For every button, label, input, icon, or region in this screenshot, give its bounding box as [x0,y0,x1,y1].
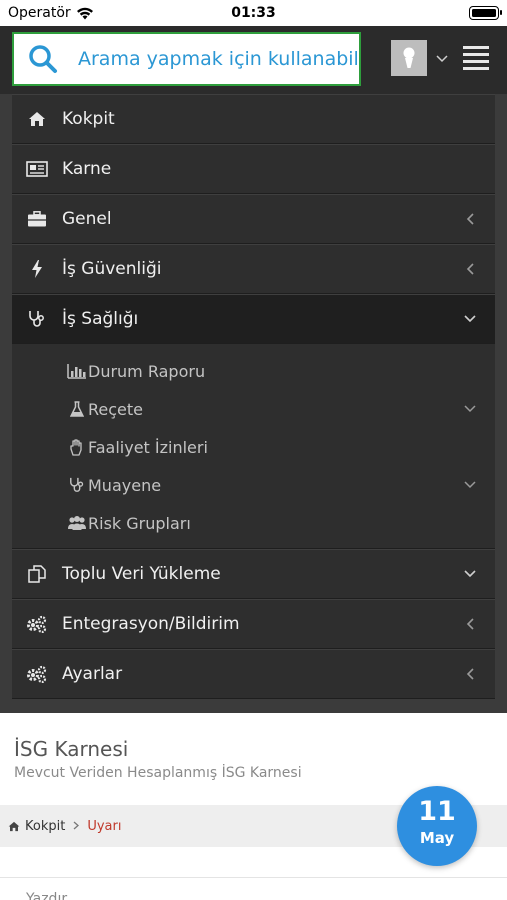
sidebar-item-ayarlar[interactable]: Ayarlar [12,649,495,699]
copy-icon [12,565,62,583]
briefcase-icon [12,211,62,227]
user-silhouette-icon [403,47,415,68]
chevron-down-icon [445,481,495,489]
flask-icon [66,401,88,417]
sidebar-item-label: Entegrasyon/Bildirim [62,614,240,634]
submenu-item-label: Muayene [88,475,162,495]
sidebar-item-kokpit[interactable]: Kokpit [12,94,495,144]
bolt-icon [12,260,62,278]
page-subtitle: Mevcut Veriden Hesaplanmış İSG Karnesi [14,765,302,781]
chevron-down-icon[interactable] [436,48,448,67]
bar-chart-icon [66,363,88,379]
sidebar-item-is-sagligi[interactable]: İş Sağlığı [12,294,495,344]
search-input[interactable] [72,34,359,84]
stethoscope-icon [12,310,62,328]
submenu-item-risk-gruplari[interactable]: Risk Grupları [12,504,495,542]
user-avatar[interactable] [391,40,427,76]
home-icon [12,111,62,127]
sidebar-item-label: Kokpit [62,109,115,129]
chevron-left-icon [445,213,495,225]
chevron-left-icon [445,263,495,275]
chevron-left-icon [445,618,495,630]
hand-icon [66,438,88,456]
date-badge[interactable]: 11 May [397,786,477,866]
sidebar-item-karne[interactable]: Karne [12,144,495,194]
search-icon[interactable] [14,34,72,84]
date-badge-month: May [419,829,455,847]
print-link[interactable]: Yazdır [26,891,67,900]
users-icon [66,515,88,531]
hamburger-menu-icon[interactable] [463,46,489,70]
newspaper-icon [12,161,62,177]
page-content: İSG Karnesi Mevcut Veriden Hesaplanmış İ… [0,713,507,900]
submenu-item-label: Risk Grupları [88,513,191,533]
sidebar-item-label: Karne [62,159,112,179]
breadcrumb-home-link[interactable]: Kokpit [25,819,65,834]
submenu-item-label: Durum Raporu [88,361,206,381]
gears-icon [12,615,62,633]
is-sagligi-submenu: Durum Raporu Reçete Faaliyet İzinleri Mu… [12,344,495,549]
submenu-item-label: Faaliyet İzinleri [88,437,208,457]
submenu-item-muayene[interactable]: Muayene [12,466,495,504]
stethoscope-icon [66,477,88,493]
status-time: 01:33 [231,5,276,21]
gears-icon [12,665,62,683]
chevron-left-icon [445,668,495,680]
sidebar: Kokpit Karne Genel İş Güvenliği İş Sağlı… [0,94,507,713]
sidebar-item-label: İş Sağlığı [62,309,139,329]
search-box [12,32,361,86]
chevron-right-icon [73,819,80,834]
chevron-down-icon [445,315,495,323]
sidebar-item-label: Genel [62,209,112,229]
sidebar-item-entegrasyon[interactable]: Entegrasyon/Bildirim [12,599,495,649]
breadcrumb-current: Uyarı [87,818,122,834]
page-title: İSG Karnesi [14,737,129,761]
sidebar-item-label: Ayarlar [62,664,123,684]
submenu-item-label: Reçete [88,399,143,419]
date-badge-day: 11 [418,796,456,827]
app-header [0,26,507,94]
sidebar-menu: Kokpit Karne Genel İş Güvenliği İş Sağlı… [12,94,495,699]
submenu-item-faaliyet-izinleri[interactable]: Faaliyet İzinleri [12,428,495,466]
battery-icon [469,6,502,20]
sidebar-item-label: İş Güvenliği [62,259,162,279]
status-bar: Operatör 01:33 [0,0,507,26]
submenu-item-recete[interactable]: Reçete [12,390,495,428]
sidebar-item-toplu-veri-yukleme[interactable]: Toplu Veri Yükleme [12,549,495,599]
sidebar-item-is-guvenligi[interactable]: İş Güvenliği [12,244,495,294]
sidebar-item-label: Toplu Veri Yükleme [62,564,221,584]
chevron-down-icon [445,570,495,578]
home-icon [8,821,20,832]
submenu-item-durum-raporu[interactable]: Durum Raporu [12,352,495,390]
sidebar-item-genel[interactable]: Genel [12,194,495,244]
divider [0,877,507,878]
chevron-down-icon [445,405,495,413]
